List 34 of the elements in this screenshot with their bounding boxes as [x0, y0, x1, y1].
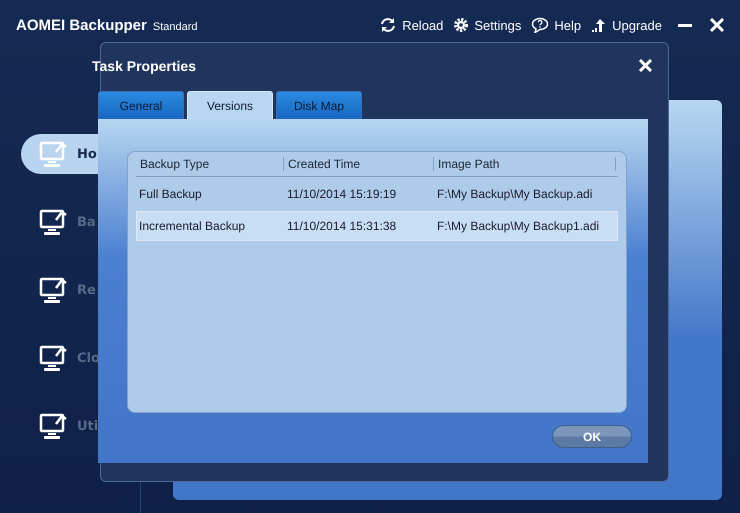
tab[interactable]: Versions — [187, 91, 273, 119]
close-icon — [710, 18, 724, 32]
help-icon — [531, 17, 550, 33]
table-cell-text: F:\My Backup\My Backup1.adi — [436, 219, 600, 233]
toolbar-button[interactable]: Help — [531, 17, 582, 33]
tab[interactable]: General — [98, 91, 184, 119]
table-cell-text: 11/10/2014 15:31:38 — [286, 219, 398, 233]
column-header[interactable]: Image Path — [434, 157, 616, 171]
monitor-icon — [39, 276, 69, 304]
app-title: AOMEI Backupper — [16, 16, 147, 34]
column-header[interactable]: Created Time — [284, 157, 434, 171]
monitor-icon — [39, 344, 69, 372]
monitor-icon — [39, 140, 69, 168]
toolbar-button[interactable]: Upgrade — [591, 17, 662, 33]
reload-icon — [379, 17, 398, 33]
close-icon — [639, 59, 652, 72]
table-cell-text: Incremental Backup — [138, 219, 246, 233]
table-cell-text: Full Backup — [138, 187, 203, 201]
upload-arrow-icon — [591, 17, 608, 33]
table-cell-text: 11/10/2014 15:19:19 — [286, 187, 398, 201]
monitor-icon — [39, 208, 69, 236]
dialog-title: Task Properties — [92, 58, 196, 74]
table-cell-text: F:\My Backup\My Backup.adi — [436, 187, 594, 201]
close-button[interactable] — [639, 59, 652, 72]
app-edition: Standard — [152, 21, 198, 33]
tab[interactable]: Disk Map — [276, 91, 362, 119]
table-row[interactable]: Incremental Backup 11/10/2014 15:31:38 F:\My Backup\My Backup1.adi — [136, 211, 618, 241]
toolbar-button[interactable]: Settings — [453, 17, 522, 33]
close-button[interactable] — [708, 18, 726, 32]
toolbar-button[interactable]: Reload — [379, 17, 444, 33]
gear-icon — [453, 17, 470, 33]
column-header[interactable]: Backup Type — [136, 157, 284, 171]
ok-button[interactable]: OK — [552, 425, 632, 448]
monitor-icon — [39, 412, 69, 440]
